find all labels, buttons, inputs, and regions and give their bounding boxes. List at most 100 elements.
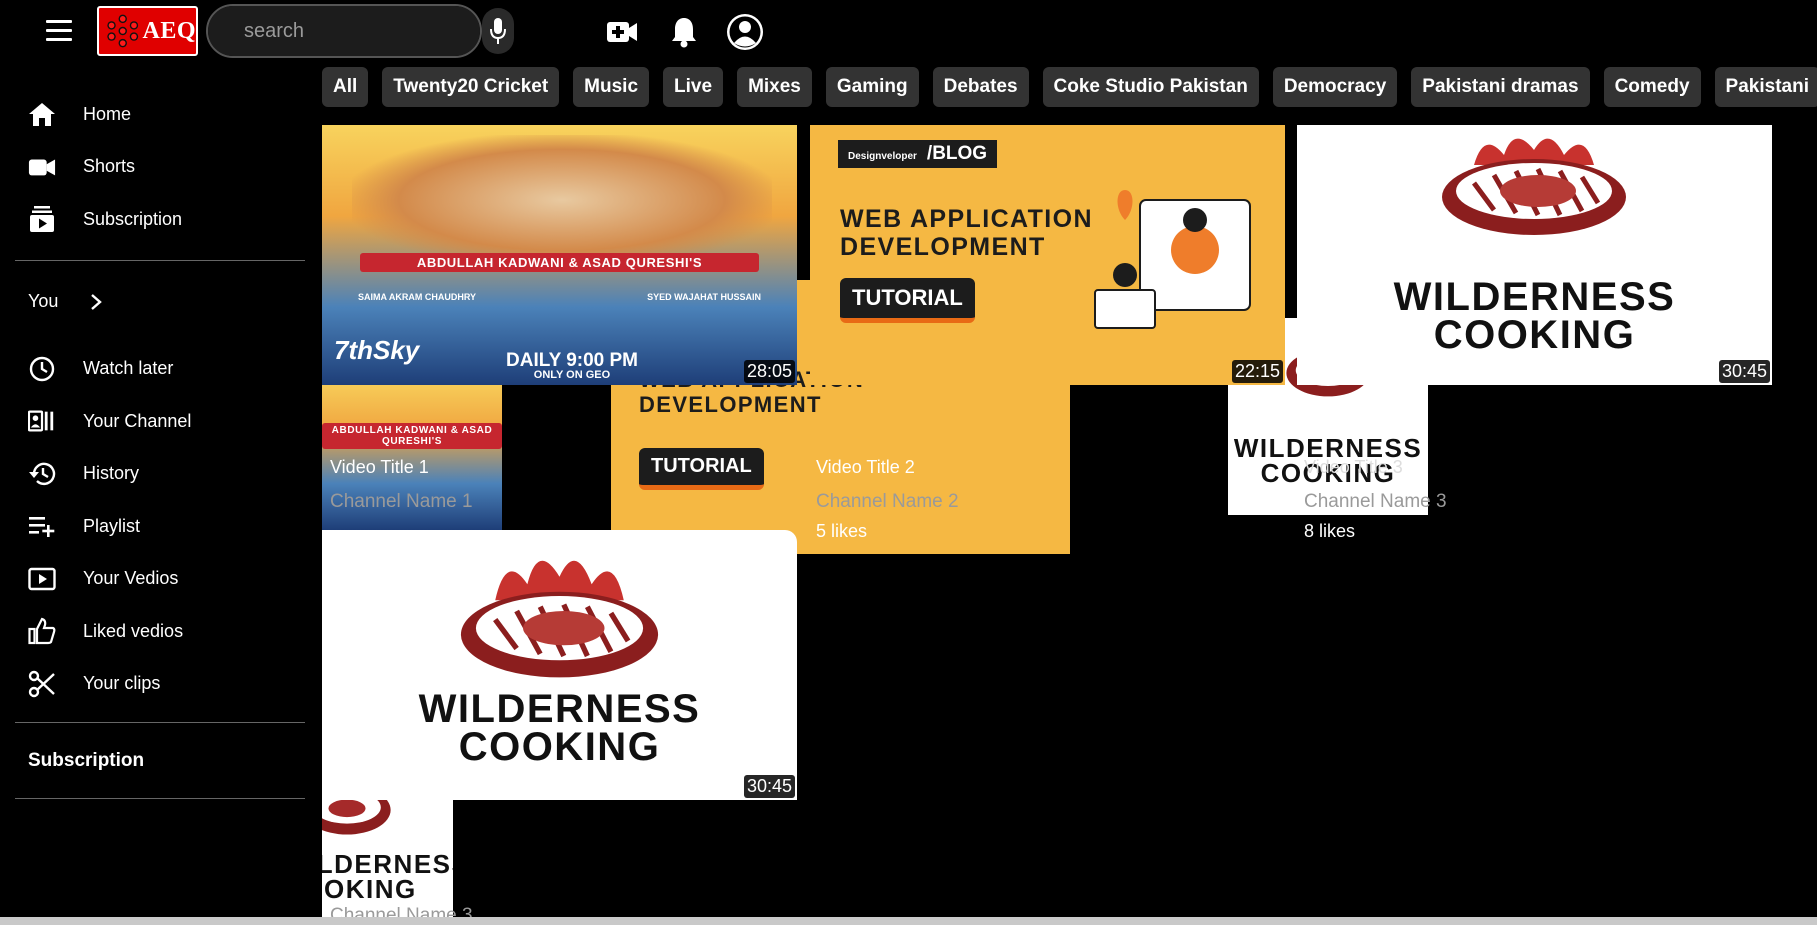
chip-debates[interactable]: Debates [932, 67, 1029, 107]
chip-pakistani-dramas[interactable]: Pakistani dramas [1411, 67, 1590, 107]
sidebar-item-playlist[interactable]: Playlist [15, 500, 305, 553]
subscription-icon [28, 205, 56, 233]
video-thumbnail-1[interactable]: ABDULLAH KADWANI & ASAD QURESHI'S SAIMA … [322, 125, 797, 385]
sidebar-item-label: Subscription [83, 208, 183, 229]
sidebar-item-subscription[interactable]: Subscription [15, 193, 305, 246]
logo-text: AEQ [142, 17, 196, 44]
sidebar-item-history[interactable]: History [15, 448, 305, 501]
logo[interactable]: AEQ [97, 6, 198, 56]
video-thumbnail-3[interactable]: WILDERNESS COOKING 30:45 [1297, 125, 1772, 385]
thumbnail-cast-image [352, 135, 772, 265]
chip-live[interactable]: Live [663, 67, 724, 107]
create-video-icon [607, 22, 637, 42]
thumbnail-wordmark-line: WILDERNESS [418, 687, 701, 731]
video-duration: 30:45 [743, 775, 795, 798]
thumbnail-brand: 7thSky [334, 335, 420, 365]
clock-icon [28, 355, 56, 383]
notifications-button[interactable] [664, 12, 704, 52]
thumbs-up-icon [28, 617, 56, 645]
sidebar-item-watch-later[interactable]: Watch later [15, 343, 305, 396]
scissors-icon [28, 670, 56, 698]
video-duration: 28:05 [743, 360, 795, 383]
horizontal-scrollbar[interactable] [0, 917, 1817, 925]
shorts-icon [28, 153, 56, 181]
sidebar-item-label: Your Channel [83, 410, 192, 431]
bell-icon [672, 18, 696, 48]
you-label: You [28, 291, 59, 311]
thumbnail-banner: ABDULLAH KADWANI & ASAD QURESHI'S [360, 253, 759, 272]
video-duration: 30:45 [1718, 360, 1770, 383]
sidebar-item-label: Your Vedios [83, 568, 179, 589]
menu-icon[interactable] [46, 20, 72, 42]
search-box [206, 4, 482, 58]
chip-twenty20-cricket[interactable]: Twenty20 Cricket [382, 67, 560, 107]
app-page: AEQ search Home Shorts Subscription You … [0, 0, 1817, 925]
thumbnail-headline: WEB APPLICATION DEVELOPMENT [840, 205, 1093, 261]
channel-name[interactable]: Channel Name 1 [330, 491, 473, 513]
thumbnail-illustration-icon [1094, 190, 1251, 329]
search-input[interactable] [208, 6, 480, 56]
chip-pakistani[interactable]: Pakistani [1714, 67, 1817, 107]
sidebar-item-liked-videos[interactable]: Liked vedios [15, 605, 305, 658]
thumbnail-headline-line: DEVELOPMENT [840, 233, 1046, 261]
sidebar-item-shorts[interactable]: Shorts [15, 141, 305, 194]
thumbnail-blog-logo: Designveloper/BLOG [838, 140, 998, 168]
thumbnail-wordmark-line: COOKING [322, 873, 417, 904]
sidebar-item-label: Shorts [83, 156, 136, 177]
sidebar-item-your-videos[interactable]: Your Vedios [15, 553, 305, 606]
thumbnail-credit: SYED WAJAHAT HUSSAIN [647, 292, 761, 302]
create-video-button[interactable] [602, 12, 642, 52]
chip-mixes[interactable]: Mixes [737, 67, 812, 107]
thumbnail-credit: SAIMA AKRAM CHAUDHRY [358, 292, 476, 302]
thumbnail-wordmark: WILDERNESS COOKING [322, 851, 453, 904]
sidebar-item-label: History [83, 463, 140, 484]
history-icon [28, 460, 56, 488]
sidebar-you-section[interactable]: You [15, 261, 305, 343]
sidebar-item-your-channel[interactable]: Your Channel [15, 395, 305, 448]
chip-music[interactable]: Music [573, 67, 650, 107]
play-icon [28, 565, 56, 593]
sidebar-item-label: Liked vedios [83, 620, 184, 641]
grill-logo-icon [1442, 138, 1626, 235]
subscription-heading: Subscription [28, 749, 145, 771]
thumbnail-wordmark-line: COOKING [1433, 313, 1636, 358]
thumbnail-tutorial-badge: TUTORIAL [840, 278, 975, 323]
chip-all[interactable]: All [322, 67, 369, 107]
sidebar-item-your-clips[interactable]: Your clips [15, 658, 305, 711]
channel-name[interactable]: Channel Name 3 [1304, 491, 1447, 513]
thumbnail-wordmark-line: WILDERNESS [1393, 275, 1676, 319]
video-thumbnail-4[interactable]: WILDERNESS COOKING 30:45 [322, 530, 797, 800]
thumbnail-headline-line: WEB APPLICATION [840, 205, 1093, 233]
video-duration: 22:15 [1231, 360, 1283, 383]
sidebar-item-label: Home [83, 103, 132, 124]
chip-gaming[interactable]: Gaming [825, 67, 919, 107]
video-title[interactable]: Video Title 3 [1304, 457, 1403, 478]
chip-coke-studio-pakistan[interactable]: Coke Studio Pakistan [1042, 67, 1259, 107]
thumbnail-headline-line: DEVELOPMENT [639, 391, 822, 417]
video-thumbnail-small-4[interactable]: WILDERNESS COOKING [322, 795, 453, 920]
likes-count: 5 likes [816, 521, 868, 541]
chip-comedy[interactable]: Comedy [1603, 67, 1701, 107]
thumbnail-brand: Designveloper [848, 151, 917, 162]
account-icon [727, 14, 763, 50]
chip-democracy[interactable]: Democracy [1272, 67, 1398, 107]
video-title[interactable]: Video Title 2 [816, 457, 915, 478]
likes-count: 8 likes [1304, 521, 1356, 541]
sidebar-divider [15, 798, 305, 799]
sidebar-item-label: Playlist [83, 515, 141, 536]
thumbnail-airtime-sub: ONLY ON GEO [533, 369, 611, 381]
thumbnail-tutorial-badge: TUTORIAL [639, 448, 764, 490]
sidebar-item-home[interactable]: Home [15, 88, 305, 141]
mic-button[interactable] [482, 8, 514, 54]
channel-icon [28, 407, 56, 435]
video-title[interactable]: Video Title 1 [330, 457, 429, 478]
thumbnail-wordmark: WILDERNESS COOKING [1297, 275, 1772, 358]
chevron-right-icon [91, 293, 103, 310]
sidebar: Home Shorts Subscription You Watch later [15, 88, 305, 799]
video-thumbnail-2[interactable]: Designveloper/BLOG WEB APPLICATION DEVEL… [810, 125, 1285, 385]
sidebar-item-label: Watch later [83, 358, 174, 379]
thumbnail-blog-label: /BLOG [926, 143, 988, 164]
account-button[interactable] [725, 12, 765, 52]
category-chips: All Twenty20 Cricket Music Live Mixes Ga… [322, 67, 1817, 107]
channel-name[interactable]: Channel Name 2 [816, 491, 959, 513]
